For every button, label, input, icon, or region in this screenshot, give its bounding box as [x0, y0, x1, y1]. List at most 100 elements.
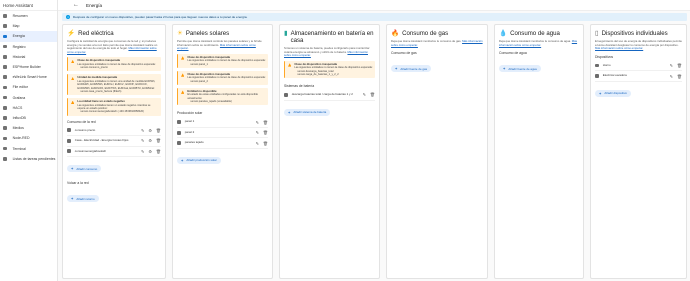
sidebar-item-media[interactable]: Medios: [0, 123, 57, 133]
warning-entity: sensor.consumoenergiabookwh (-130.153381…: [80, 110, 144, 114]
list-item: panel 1 ✎ 🗑: [177, 117, 268, 128]
add-water-source-button[interactable]: + Añadir fuente de agua: [499, 65, 541, 73]
settings-icon[interactable]: ⚙: [148, 128, 152, 133]
warning-entity: sensor.carga_de_baterias_1_y_2_2: [297, 72, 339, 76]
warning-alert: La entidad tiene un estado negativo Las s…: [67, 98, 161, 116]
sidebar: Home Assistant Resumen Map Energía Registro…: [0, 0, 58, 281]
warning-entity: sensor.consumo_precio: [80, 66, 108, 70]
hacs-icon: [3, 105, 7, 110]
view-dashboard-icon: [3, 14, 7, 18]
sidebar-item-list[interactable]: Registro: [0, 42, 57, 52]
sidebar-item-label: Energía: [12, 34, 25, 39]
fire-icon: 🔥: [391, 30, 400, 37]
info-icon: i: [66, 15, 70, 19]
warning-entity: sensor.casa_precio_factura (€/kwh): [80, 89, 122, 93]
list-item-label: consumoenergiabookwh: [74, 148, 107, 153]
sidebar-item-influxdb[interactable]: InfluxDB: [0, 113, 57, 123]
list-item-label: Horno: [602, 62, 611, 67]
sidebar-item-map[interactable]: Map: [0, 21, 57, 31]
pencil-icon[interactable]: ✎: [256, 141, 259, 146]
wrench-icon: [3, 85, 7, 90]
delete-icon[interactable]: 🗑: [263, 141, 268, 146]
sidebar-item-chart[interactable]: Historial: [0, 52, 57, 62]
plus-icon: +: [395, 66, 398, 72]
pencil-icon[interactable]: ✎: [256, 120, 259, 125]
map-icon: [3, 24, 7, 29]
warning-icon: [181, 73, 185, 77]
card-description: Deja que Home Assistant monitorice tu co…: [391, 39, 483, 47]
learn-more-link[interactable]: Más información sobre cómo empezar.: [595, 46, 643, 50]
list-item: panel 2 ✎ 🗑: [177, 128, 268, 139]
water-drop-icon: 💧: [499, 30, 508, 37]
sidebar-item-label: InfluxDB: [12, 115, 26, 120]
delete-icon[interactable]: 🗑: [263, 130, 268, 135]
list-item-label: descarga baterias total / carga de bater…: [291, 92, 353, 97]
card-title-grid: Red eléctrica: [78, 30, 114, 37]
list-item-label: panel 2: [184, 129, 195, 134]
entity-icon: [177, 130, 181, 135]
card-title-gas: Consumo de gas: [402, 30, 449, 37]
settings-icon[interactable]: ⚙: [148, 138, 152, 143]
sidebar-item-label: Listas de tareas pendientes: [12, 156, 56, 161]
add-gas-source-button[interactable]: + Añadir fuente de gas: [391, 65, 432, 73]
delete-icon[interactable]: 🗑: [156, 138, 161, 143]
sidebar-item-wrench[interactable]: File editor: [0, 82, 57, 92]
sidebar-item-esphome[interactable]: ESPHome Builder: [0, 62, 57, 72]
pencil-icon[interactable]: ✎: [141, 128, 144, 133]
plus-icon: +: [71, 196, 74, 202]
plus-icon: +: [181, 157, 184, 163]
delete-icon[interactable]: 🗑: [677, 74, 682, 79]
sidebar-item-label: eWeLink Smart Home: [12, 75, 47, 80]
back-arrow-icon[interactable]: ←: [73, 0, 79, 11]
plus-icon: +: [599, 90, 602, 96]
add-device-button[interactable]: + Añadir dispositivo: [595, 89, 631, 97]
top-bar: ← Energía: [58, 0, 690, 11]
pencil-icon[interactable]: ✎: [670, 74, 673, 79]
add-solar-production-button[interactable]: + Añadir producción solar: [177, 156, 221, 164]
list-item: consumoenergiabookwh ✎ ⚙ 🗑: [67, 147, 161, 158]
sidebar-item-ewelink[interactable]: eWeLink Smart Home: [0, 72, 57, 82]
pencil-icon[interactable]: ✎: [363, 92, 366, 97]
add-battery-system-button[interactable]: + Añadir sistema de batería: [284, 108, 331, 116]
pencil-icon[interactable]: ✎: [256, 130, 259, 135]
entity-icon: [177, 141, 181, 145]
list-item: paneles tejado ✎ 🗑: [177, 138, 268, 149]
warning-icon: [181, 56, 185, 60]
delete-icon[interactable]: 🗑: [370, 92, 375, 97]
sidebar-item-lightning[interactable]: Energía: [0, 31, 57, 42]
pencil-icon[interactable]: ✎: [670, 63, 673, 68]
sidebar-item-node-red[interactable]: Node-RED: [0, 133, 57, 143]
sidebar-item-label: HACS: [12, 105, 23, 110]
battery-icon: ▮: [284, 30, 288, 37]
sidebar-item-label: Terminal: [12, 146, 26, 151]
delete-icon[interactable]: 🗑: [156, 149, 161, 154]
sidebar-item-hacs[interactable]: HACS: [0, 103, 57, 113]
settings-icon[interactable]: ⚙: [148, 149, 152, 154]
delete-icon[interactable]: 🗑: [677, 63, 682, 68]
card-water: 💧 Consumo de agua Deja que Home Assistant…: [494, 24, 584, 279]
card-devices: ▯ Dispositivos individuales El seguimient…: [590, 24, 687, 279]
add-consumption-button[interactable]: + Añadir consumo: [67, 165, 102, 173]
card-description: Permite que Home Assistant controle tus …: [177, 39, 262, 51]
warning-alert: Unidad de medida inesperada Las siguiente…: [67, 74, 161, 96]
card-battery: ▮ Almacenamiento en batería en casa Si ti…: [279, 24, 380, 279]
app: Home Assistant Resumen Map Energía Registro…: [0, 0, 690, 281]
delete-icon[interactable]: 🗑: [156, 128, 161, 133]
sidebar-item-grafana[interactable]: Grafana: [0, 93, 57, 103]
card-description: Configura la cantidad de energía que con…: [67, 39, 158, 54]
sidebar-item-view-dashboard[interactable]: Resumen: [0, 11, 57, 21]
sidebar-item-label: Map: [12, 24, 20, 29]
pencil-icon[interactable]: ✎: [141, 138, 144, 143]
add-return-button[interactable]: + Añadir retorno: [67, 195, 99, 203]
devices-icon: ▯: [595, 30, 599, 37]
pencil-icon[interactable]: ✎: [141, 149, 144, 154]
esphome-icon: [3, 65, 7, 69]
todo-icon: [3, 156, 7, 161]
warning-entity: sensor.panel_2: [190, 79, 208, 83]
warning-icon: [71, 76, 75, 81]
sidebar-item-todo[interactable]: Listas de tareas pendientes: [0, 154, 57, 164]
sidebar-item-terminal[interactable]: Terminal: [0, 143, 57, 153]
delete-icon[interactable]: 🗑: [263, 120, 268, 125]
sidebar-item-label: Grafana: [12, 95, 26, 100]
card-description: Deja que Home Assistant monitorice tu co…: [499, 39, 578, 47]
